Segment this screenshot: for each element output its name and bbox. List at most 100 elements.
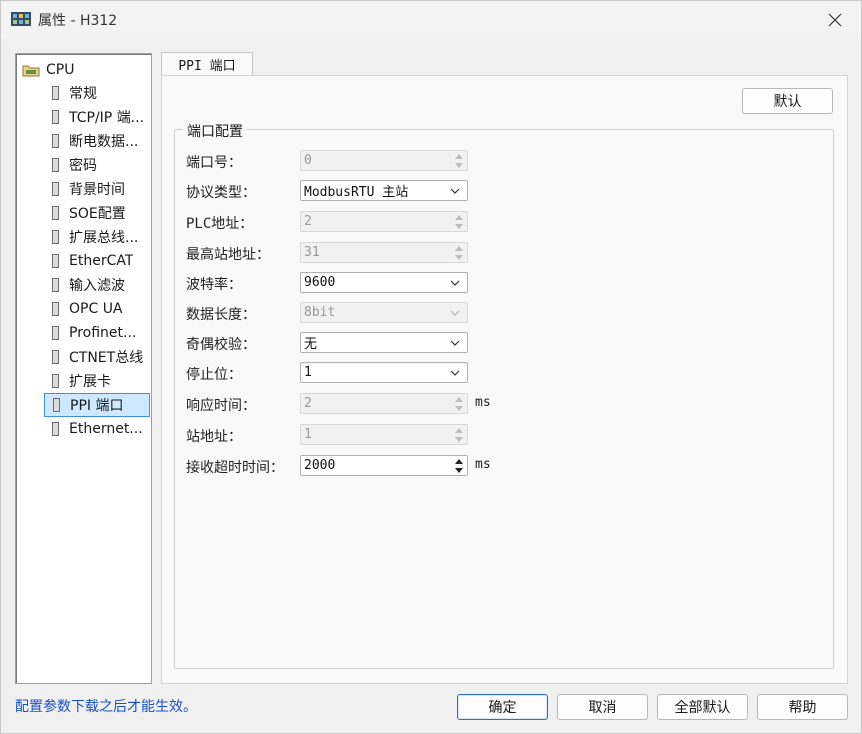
page-icon <box>52 110 59 124</box>
spin-buttons[interactable] <box>452 457 466 474</box>
chevron-down-icon <box>450 370 460 376</box>
field-value: 9600 <box>304 275 336 290</box>
field-value: 1 <box>304 427 312 442</box>
page-icon <box>52 158 59 172</box>
tree-item[interactable]: CTNET总线 <box>44 345 150 369</box>
tree-item[interactable]: 断电数据... <box>44 129 150 153</box>
spin-buttons[interactable] <box>452 152 466 169</box>
tree-item-label: PPI 端口 <box>70 398 124 414</box>
field-spinbox[interactable]: 0 <box>300 150 468 171</box>
field-label: 站地址： <box>186 429 242 445</box>
field-label: 最高站地址： <box>186 247 270 263</box>
page-icon <box>52 86 59 100</box>
default-button[interactable]: 默认 <box>742 88 833 114</box>
spin-buttons[interactable] <box>452 213 466 230</box>
cancel-button-label: 取消 <box>588 700 617 716</box>
page-icon <box>52 326 59 340</box>
properties-dialog: 属性 - H312 CPU 常规 TCP/IP 端... 断电数据... 密码 背景时间… <box>0 0 862 734</box>
tree-item-label: TCP/IP 端... <box>69 110 145 126</box>
tree-item-label: Profinet... <box>69 325 137 341</box>
field-dropdown[interactable]: 9600 <box>300 272 468 293</box>
spin-up-icon[interactable] <box>452 395 466 403</box>
field-label: 响应时间： <box>186 398 256 414</box>
tree-item-label: 扩展总线... <box>69 230 139 246</box>
tree-item[interactable]: 密码 <box>44 153 150 177</box>
page-icon <box>52 254 59 268</box>
field-value: ModbusRTU 主站 <box>304 185 409 200</box>
page-icon <box>52 374 59 388</box>
field-unit: ms <box>475 457 491 472</box>
field-spinbox[interactable]: 2 <box>300 393 468 414</box>
spin-buttons[interactable] <box>452 244 466 261</box>
ok-button-label: 确定 <box>488 700 517 716</box>
spin-down-icon[interactable] <box>452 222 466 230</box>
ok-button[interactable]: 确定 <box>457 694 548 720</box>
page-icon <box>52 182 59 196</box>
all-default-button-label: 全部默认 <box>674 700 731 716</box>
tree-item-label: SOE配置 <box>69 206 126 222</box>
field-value: 31 <box>304 245 320 260</box>
tree-item[interactable]: OPC UA <box>44 297 150 321</box>
folder-icon <box>22 65 40 77</box>
field-label: 波特率： <box>186 277 242 293</box>
tree-item[interactable]: Ethernet... <box>44 417 150 441</box>
page-icon <box>52 350 59 364</box>
field-label: 奇偶校验： <box>186 337 256 353</box>
page-icon <box>52 230 59 244</box>
field-dropdown[interactable]: 1 <box>300 362 468 383</box>
spin-down-icon[interactable] <box>452 404 466 412</box>
field-label: 接收超时时间： <box>186 460 284 476</box>
spin-buttons[interactable] <box>452 395 466 412</box>
close-button[interactable] <box>815 5 855 35</box>
field-label: PLC地址： <box>186 216 254 232</box>
spin-down-icon[interactable] <box>452 435 466 443</box>
chevron-down-icon <box>450 340 460 346</box>
tree-item-label: 密码 <box>69 158 97 174</box>
tree-item-label: 常规 <box>69 86 97 102</box>
field-spinbox[interactable]: 2000 <box>300 455 468 476</box>
field-spinbox[interactable]: 31 <box>300 242 468 263</box>
tree-root-cpu[interactable]: CPU <box>22 60 74 80</box>
app-icon <box>11 12 31 26</box>
spin-up-icon[interactable] <box>452 426 466 434</box>
spin-down-icon[interactable] <box>452 466 466 474</box>
close-icon <box>828 13 842 27</box>
page-icon <box>53 398 60 412</box>
tree-item[interactable]: EtherCAT <box>44 249 150 273</box>
spin-up-icon[interactable] <box>452 244 466 252</box>
field-dropdown[interactable]: 无 <box>300 332 468 353</box>
spin-up-icon[interactable] <box>452 457 466 465</box>
tree-item[interactable]: SOE配置 <box>44 201 150 225</box>
cancel-button[interactable]: 取消 <box>557 694 648 720</box>
spin-buttons[interactable] <box>452 426 466 443</box>
page-icon <box>52 422 59 436</box>
field-spinbox[interactable]: 1 <box>300 424 468 445</box>
tree-item[interactable]: TCP/IP 端... <box>44 105 150 129</box>
tree-item[interactable]: 扩展总线... <box>44 225 150 249</box>
field-label: 停止位： <box>186 367 242 383</box>
tree-item-label: OPC UA <box>69 301 123 317</box>
tree-item[interactable]: 背景时间 <box>44 177 150 201</box>
tree-item-label: Ethernet... <box>69 421 143 437</box>
tree-item[interactable]: 扩展卡 <box>44 369 150 393</box>
tree-item-label: 输入滤波 <box>69 278 125 294</box>
tab-label: PPI 端口 <box>178 59 236 74</box>
page-icon <box>52 134 59 148</box>
field-spinbox[interactable]: 2 <box>300 211 468 232</box>
field-dropdown[interactable]: ModbusRTU 主站 <box>300 180 468 201</box>
tree-item[interactable]: 输入滤波 <box>44 273 150 297</box>
tree-item[interactable]: Profinet... <box>44 321 150 345</box>
footer-note: 配置参数下载之后才能生效。 <box>15 699 197 715</box>
spin-up-icon[interactable] <box>452 213 466 221</box>
tree-item[interactable]: PPI 端口 <box>44 393 150 417</box>
tree-item[interactable]: 常规 <box>44 81 150 105</box>
spin-down-icon[interactable] <box>452 161 466 169</box>
all-default-button[interactable]: 全部默认 <box>657 694 748 720</box>
field-dropdown[interactable]: 8bit <box>300 302 468 323</box>
tab-ppi-port[interactable]: PPI 端口 <box>161 52 253 76</box>
settings-tree[interactable]: CPU 常规 TCP/IP 端... 断电数据... 密码背景时间 SOE配置扩展总线.… <box>15 53 152 684</box>
help-button[interactable]: 帮助 <box>757 694 848 720</box>
spin-down-icon[interactable] <box>452 253 466 261</box>
spin-up-icon[interactable] <box>452 152 466 160</box>
tree-item-label: 扩展卡 <box>69 374 111 390</box>
